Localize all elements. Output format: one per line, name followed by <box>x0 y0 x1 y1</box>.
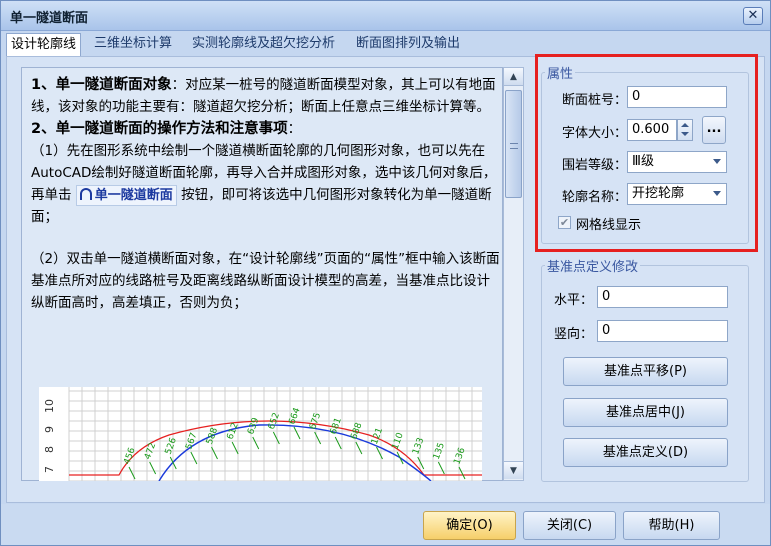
help-button[interactable]: 帮助(H) <box>623 511 720 540</box>
leader-line <box>334 436 342 450</box>
arc-line-series <box>158 424 432 481</box>
scroll-down-icon[interactable]: ▼ <box>504 461 523 479</box>
inline-button-label: 单一隧道断面 <box>94 188 173 203</box>
close-button[interactable]: 关闭(C) <box>523 511 616 540</box>
close-window-button[interactable]: ✕ <box>743 7 763 25</box>
leader-line <box>272 431 280 445</box>
tab-section-layout[interactable]: 断面图排列及输出 <box>352 33 464 57</box>
doc-paragraph-1: 1、单一隧道断面对象：对应某一桩号的隧道断面模型对象，其上可以有地面线，该对象的… <box>31 74 501 118</box>
horizontal-input[interactable]: 0 <box>597 286 728 308</box>
basepoint-center-button[interactable]: 基准点居中(J) <box>563 398 728 427</box>
vertical-input[interactable]: 0 <box>597 320 728 342</box>
y-tick-label: 8 <box>43 446 56 453</box>
tab-3d-coords[interactable]: 三维坐标计算 <box>90 33 176 57</box>
doc-text-4: （2）双击单一隧道横断面对象，在“设计轮廓线”页面的“属性”框中输入该断面基准点… <box>31 251 500 311</box>
window-title: 单一隧道断面 <box>10 11 89 26</box>
tunnel-icon <box>79 188 92 200</box>
x-tick-label: 639 <box>246 416 261 436</box>
doc-text-2: ： <box>287 121 302 137</box>
doc-heading-1: 1、单一隧道断面对象 <box>31 77 172 93</box>
leader-line <box>458 466 466 480</box>
x-tick-label: 526 <box>164 436 179 456</box>
x-tick-label: 136 <box>452 446 467 466</box>
leader-line <box>149 461 157 475</box>
tab-design-profile[interactable]: 设计轮廓线 <box>6 33 82 57</box>
y-tick-label: 7 <box>43 466 56 473</box>
leader-line <box>355 441 363 455</box>
leader-line <box>190 451 198 465</box>
doc-paragraph-3: （1）先在图形系统中绘制一个隧道横断面轮廓的几何图形对象，也可以先在AutoCA… <box>31 140 501 228</box>
basepoint-group-title: 基准点定义修改 <box>545 256 641 275</box>
horizontal-label: 水平： <box>553 293 593 308</box>
x-tick-label: 456 <box>122 446 137 466</box>
x-tick-label: 133 <box>411 436 426 456</box>
doc-scrollbar[interactable]: ▲ ▼ <box>503 67 524 481</box>
title-bar[interactable]: 单一隧道断面 ✕ <box>1 1 770 31</box>
x-tick-label: 588 <box>205 426 220 446</box>
doc-paragraph-2: 2、单一隧道断面的操作方法和注意事项： <box>31 118 501 140</box>
dialog-window: 单一隧道断面 ✕ 设计轮廓线 三维坐标计算 实测轮廓线及超欠挖分析 断面图排列及… <box>0 0 771 546</box>
basepoint-move-button[interactable]: 基准点平移(P) <box>563 357 728 386</box>
leader-line <box>252 436 260 450</box>
basepoint-define-button[interactable]: 基准点定义(D) <box>563 438 728 467</box>
tab-measured-profile[interactable]: 实测轮廓线及超欠挖分析 <box>188 33 339 57</box>
leader-line <box>437 461 445 475</box>
leader-line <box>293 426 301 440</box>
x-tick-label: 121 <box>370 426 385 446</box>
scroll-thumb[interactable] <box>505 90 522 198</box>
y-tick-label: 10 <box>43 399 56 413</box>
leader-line <box>396 451 404 465</box>
y-tick-label: 9 <box>43 426 56 433</box>
doc-heading-2: 2、单一隧道断面的操作方法和注意事项 <box>31 121 288 137</box>
leader-line <box>231 441 239 455</box>
inline-tunnel-section-button: 单一隧道断面 <box>75 185 177 206</box>
doc-paragraph-4: （2）双击单一隧道横断面对象，在“设计轮廓线”页面的“属性”框中输入该断面基准点… <box>31 248 501 314</box>
section-chart-svg: 10987456 472 526 567 588 612 639 652 664 675 681 68… <box>43 387 482 481</box>
vertical-label: 竖向： <box>553 327 593 342</box>
highlight-box <box>535 54 758 252</box>
ok-button[interactable]: 确定(O) <box>423 511 516 540</box>
scroll-up-icon[interactable]: ▲ <box>504 68 523 86</box>
section-chart: 10 9 8 7 456 472 526 567 588 612 639 652 664 675 681 68… <box>39 387 482 481</box>
doc-spacer <box>31 228 501 248</box>
